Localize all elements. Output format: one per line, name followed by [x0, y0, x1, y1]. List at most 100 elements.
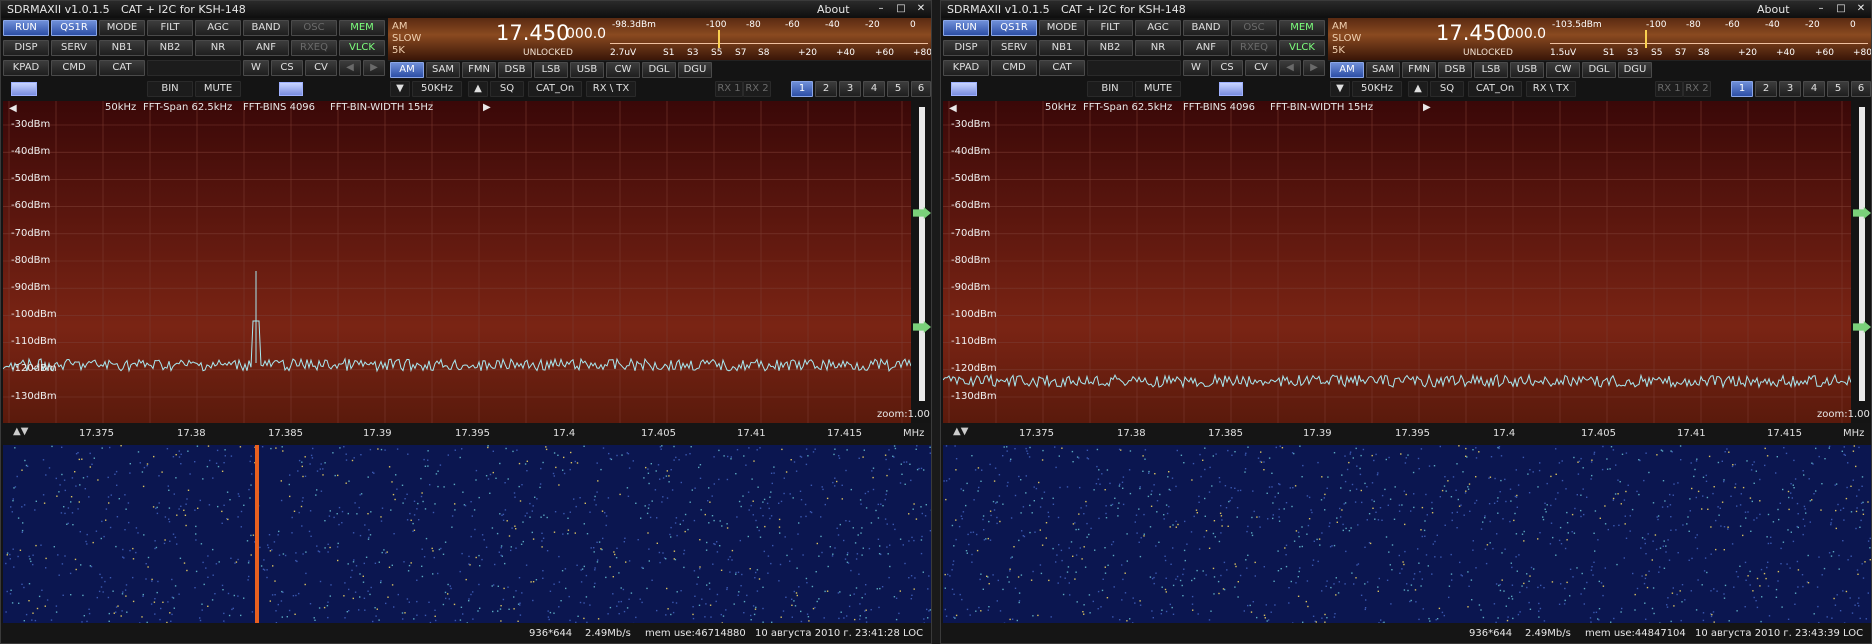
- bin-button[interactable]: BIN: [147, 81, 193, 97]
- waterfall-display[interactable]: [3, 445, 931, 625]
- about-menu[interactable]: About: [1757, 1, 1790, 18]
- mode-fmn[interactable]: FMN: [1402, 62, 1436, 78]
- nr-button[interactable]: NR: [195, 40, 241, 56]
- sq-button[interactable]: SQ: [1430, 81, 1464, 97]
- osc-button[interactable]: OSC: [1231, 20, 1277, 36]
- rx2-button[interactable]: RX 2: [743, 81, 771, 97]
- mem-button[interactable]: MEM: [339, 20, 385, 36]
- serv-button[interactable]: SERV: [51, 40, 97, 56]
- kpad-button[interactable]: KPAD: [3, 60, 49, 76]
- mode-dsb[interactable]: DSB: [498, 62, 532, 78]
- mode-cw[interactable]: CW: [606, 62, 640, 78]
- cv-button[interactable]: CV: [305, 60, 337, 76]
- span-selector[interactable]: 50KHz: [1352, 81, 1402, 97]
- disp-button[interactable]: DISP: [943, 40, 989, 56]
- rxtx-button[interactable]: RX \ TX: [586, 81, 636, 97]
- mode-dgu[interactable]: DGU: [1618, 62, 1652, 78]
- mode-dsb[interactable]: DSB: [1438, 62, 1472, 78]
- nb2-button[interactable]: NB2: [147, 40, 193, 56]
- rxeq-button[interactable]: RXEQ: [291, 40, 337, 56]
- mode-cw[interactable]: CW: [1546, 62, 1580, 78]
- cmd-button[interactable]: CMD: [991, 60, 1037, 76]
- cat-on-button[interactable]: CAT_On: [1468, 81, 1522, 97]
- serv-button[interactable]: SERV: [991, 40, 1037, 56]
- w-button[interactable]: W: [1183, 60, 1209, 76]
- axis-scroll-icon[interactable]: ▲▼: [953, 426, 968, 437]
- agc-button[interactable]: AGC: [1135, 20, 1181, 36]
- memory-slot-3[interactable]: 3: [1779, 81, 1801, 97]
- rx2-button[interactable]: RX 2: [1683, 81, 1711, 97]
- cmd-button[interactable]: CMD: [51, 60, 97, 76]
- vlck-button[interactable]: VLCK: [339, 40, 385, 56]
- rxeq-button[interactable]: RXEQ: [1231, 40, 1277, 56]
- nb1-button[interactable]: NB1: [99, 40, 145, 56]
- rx1-button[interactable]: RX 1: [715, 81, 743, 97]
- filt-button[interactable]: FILT: [1087, 20, 1133, 36]
- memory-slot-1[interactable]: 1: [1731, 81, 1753, 97]
- run-button[interactable]: RUN: [943, 20, 989, 36]
- cv-button[interactable]: CV: [1245, 60, 1277, 76]
- run-button[interactable]: RUN: [3, 20, 49, 36]
- mode-fmn[interactable]: FMN: [462, 62, 496, 78]
- frequency-axis[interactable]: ▲▼ 17.375 17.38 17.385 17.39 17.395 17.4…: [1, 423, 931, 445]
- next-arrow-icon[interactable]: ▶: [1303, 60, 1325, 76]
- mode-am[interactable]: AM: [1330, 62, 1364, 78]
- memory-slot-6[interactable]: 6: [1851, 81, 1871, 97]
- anf-button[interactable]: ANF: [1183, 40, 1229, 56]
- nr-button[interactable]: NR: [1135, 40, 1181, 56]
- agc-button[interactable]: AGC: [195, 20, 241, 36]
- maximize-icon[interactable]: □: [895, 3, 907, 15]
- osc-button[interactable]: OSC: [291, 20, 337, 36]
- volume-slider[interactable]: [11, 82, 37, 96]
- mode-button[interactable]: MODE: [1039, 20, 1085, 36]
- title-bar[interactable]: SDRMAXII v1.0.1.5 CAT + I2C for KSH-148 …: [941, 1, 1871, 18]
- squelch-slider[interactable]: [279, 82, 303, 96]
- about-menu[interactable]: About: [817, 1, 850, 18]
- span-down-icon[interactable]: ▼: [1330, 81, 1350, 97]
- disp-button[interactable]: DISP: [3, 40, 49, 56]
- cat-button[interactable]: CAT: [1039, 60, 1085, 76]
- mode-lsb[interactable]: LSB: [534, 62, 568, 78]
- volume-slider[interactable]: [951, 82, 977, 96]
- w-button[interactable]: W: [243, 60, 269, 76]
- nb2-button[interactable]: NB2: [1087, 40, 1133, 56]
- frequency-fraction[interactable]: 000.0: [566, 26, 606, 42]
- sq-button[interactable]: SQ: [490, 81, 524, 97]
- band-button[interactable]: BAND: [1183, 20, 1229, 36]
- span-up-icon[interactable]: ▲: [468, 81, 488, 97]
- mode-usb[interactable]: USB: [1510, 62, 1544, 78]
- mute-button[interactable]: MUTE: [1135, 81, 1181, 97]
- anf-button[interactable]: ANF: [243, 40, 289, 56]
- rxtx-button[interactable]: RX \ TX: [1526, 81, 1576, 97]
- frequency-display[interactable]: 17.450: [496, 21, 569, 45]
- cs-button[interactable]: CS: [271, 60, 303, 76]
- frequency-display[interactable]: 17.450: [1436, 21, 1509, 45]
- mode-am[interactable]: AM: [390, 62, 424, 78]
- span-selector[interactable]: 50KHz: [412, 81, 462, 97]
- waterfall-display[interactable]: [943, 445, 1871, 624]
- filt-button[interactable]: FILT: [147, 20, 193, 36]
- memory-slot-2[interactable]: 2: [1755, 81, 1777, 97]
- memory-slot-5[interactable]: 5: [887, 81, 909, 97]
- mode-sam[interactable]: SAM: [1366, 62, 1400, 78]
- memory-slot-6[interactable]: 6: [911, 81, 931, 97]
- close-icon[interactable]: ✕: [1855, 3, 1867, 15]
- mute-button[interactable]: MUTE: [195, 81, 241, 97]
- ref-level-slider[interactable]: [919, 107, 925, 259]
- mode-sam[interactable]: SAM: [426, 62, 460, 78]
- memory-slot-2[interactable]: 2: [815, 81, 837, 97]
- frequency-fraction[interactable]: 000.0: [1506, 26, 1546, 42]
- prev-arrow-icon[interactable]: ◀: [1279, 60, 1301, 76]
- close-icon[interactable]: ✕: [915, 3, 927, 15]
- ref-level-slider[interactable]: [1859, 107, 1865, 259]
- cs-button[interactable]: CS: [1211, 60, 1243, 76]
- minimize-icon[interactable]: –: [1815, 3, 1827, 15]
- cat-on-button[interactable]: CAT_On: [528, 81, 582, 97]
- squelch-slider[interactable]: [1219, 82, 1243, 96]
- memory-slot-5[interactable]: 5: [1827, 81, 1849, 97]
- cat-button[interactable]: CAT: [99, 60, 145, 76]
- memory-slot-1[interactable]: 1: [791, 81, 813, 97]
- qs1r-button[interactable]: QS1R: [991, 20, 1037, 36]
- next-arrow-icon[interactable]: ▶: [363, 60, 385, 76]
- mode-dgu[interactable]: DGU: [678, 62, 712, 78]
